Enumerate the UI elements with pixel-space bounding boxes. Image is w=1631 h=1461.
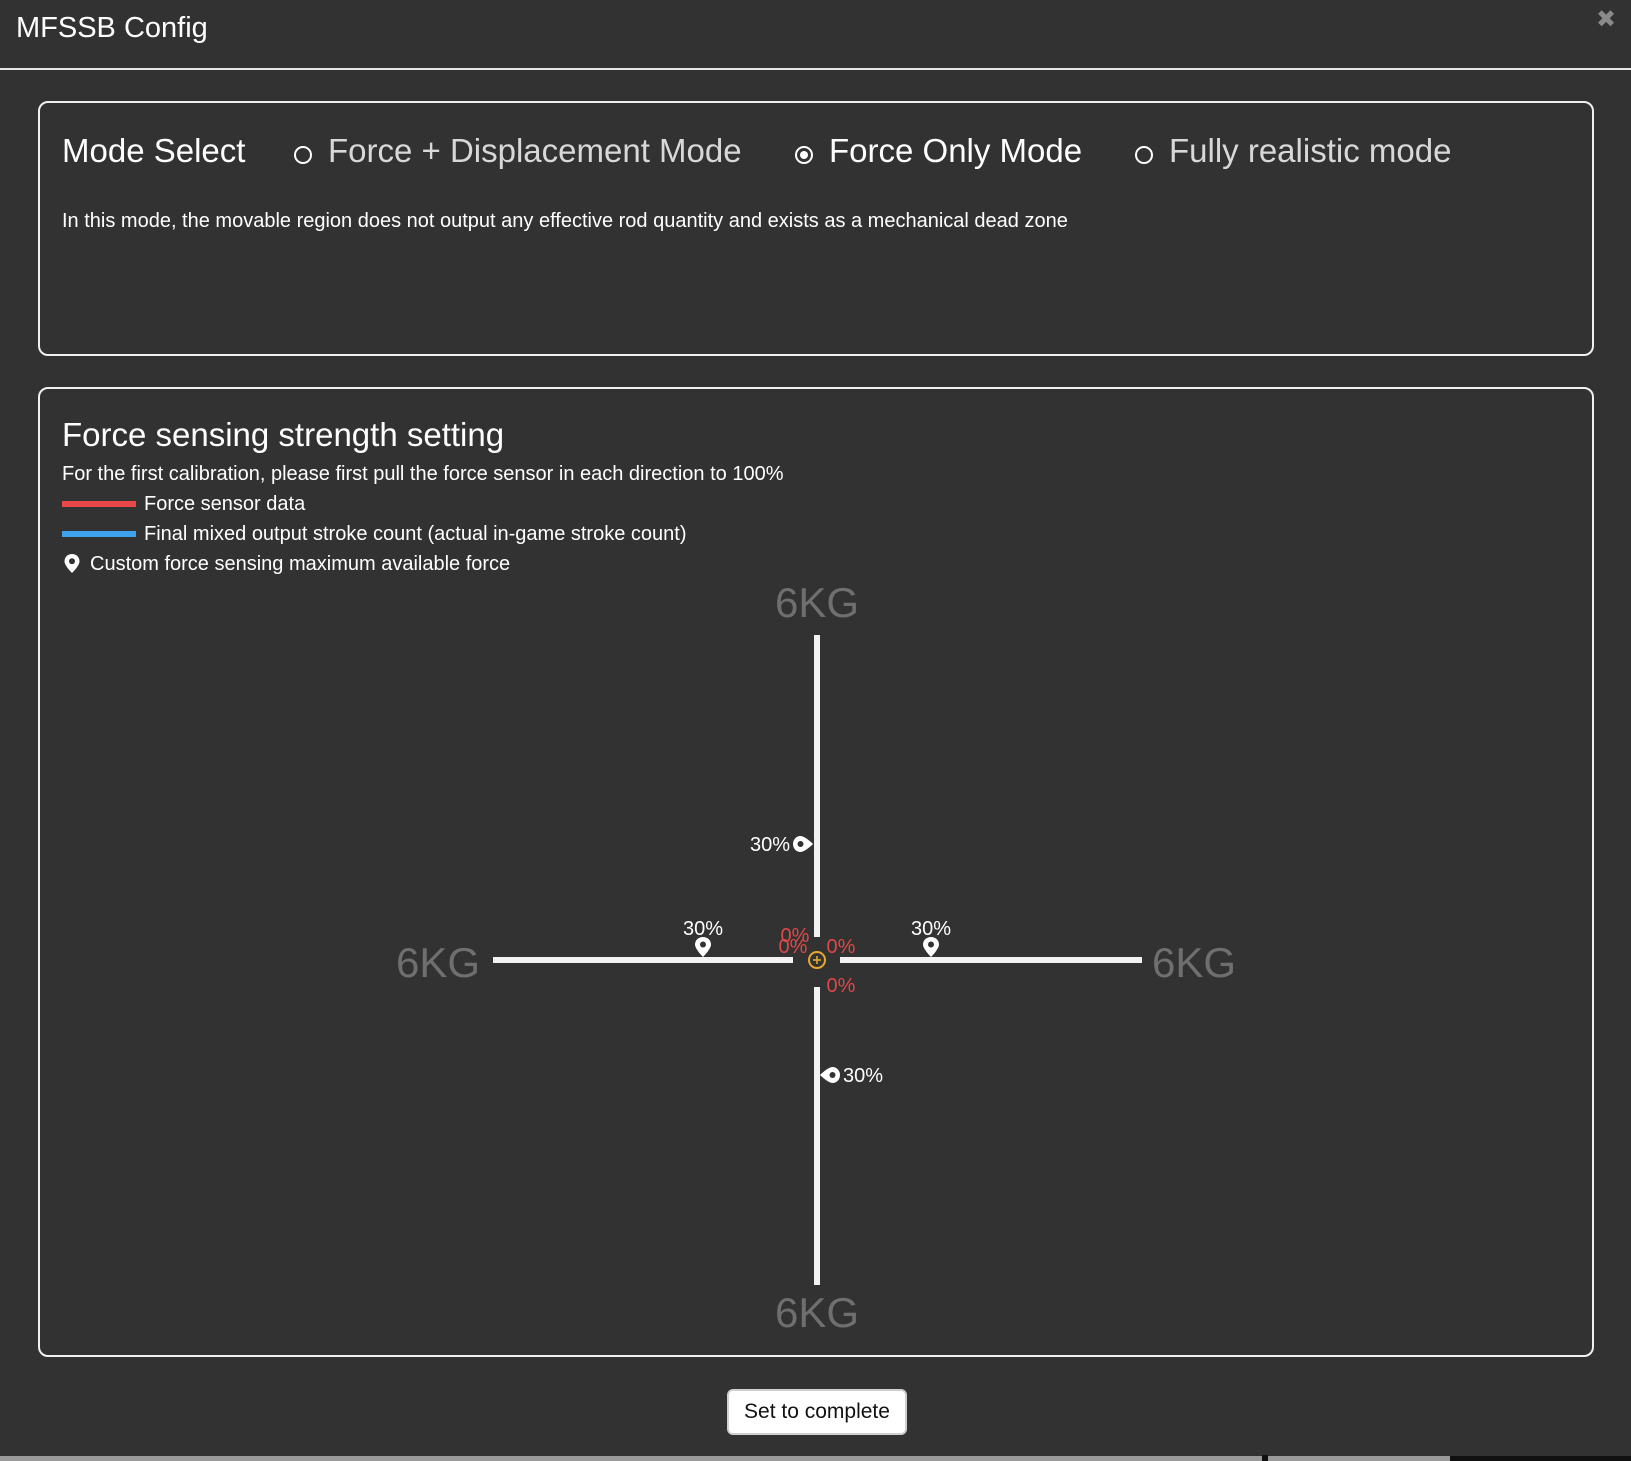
set-to-complete-button[interactable]: Set to complete — [727, 1389, 907, 1435]
max-force-marker-up[interactable] — [793, 836, 813, 852]
bottom-divider — [1262, 1455, 1268, 1461]
axis-max-right: 6KG — [1152, 939, 1236, 986]
bottom-scroll-track — [0, 1456, 1631, 1461]
value-right: 0% — [827, 936, 856, 958]
force-cross-diagram: 6KG 6KG 6KG 6KG 30% 30% 30% 30% 0% 0% 0%… — [396, 579, 1236, 1336]
axis-max-down: 6KG — [775, 1289, 859, 1336]
axis-max-left: 6KG — [396, 939, 480, 986]
axis-bar-right — [840, 957, 1142, 963]
axis-max-up: 6KG — [775, 579, 859, 626]
max-force-marker-right[interactable] — [923, 937, 939, 957]
max-force-marker-left[interactable] — [695, 937, 711, 957]
axis-bar-left — [493, 957, 793, 963]
axis-bar-up — [814, 635, 820, 937]
max-force-marker-down[interactable] — [820, 1067, 840, 1083]
axis-bar-down — [814, 987, 820, 1285]
marker-label-right: 30% — [911, 918, 951, 940]
marker-label-down: 30% — [843, 1065, 883, 1087]
bottom-scroll-thumb[interactable] — [1450, 1456, 1631, 1461]
value-left: 0% — [779, 936, 808, 958]
marker-label-up: 30% — [750, 834, 790, 856]
crosshair-target-icon — [808, 951, 826, 969]
marker-label-left: 30% — [683, 918, 723, 940]
value-down: 0% — [827, 975, 856, 997]
